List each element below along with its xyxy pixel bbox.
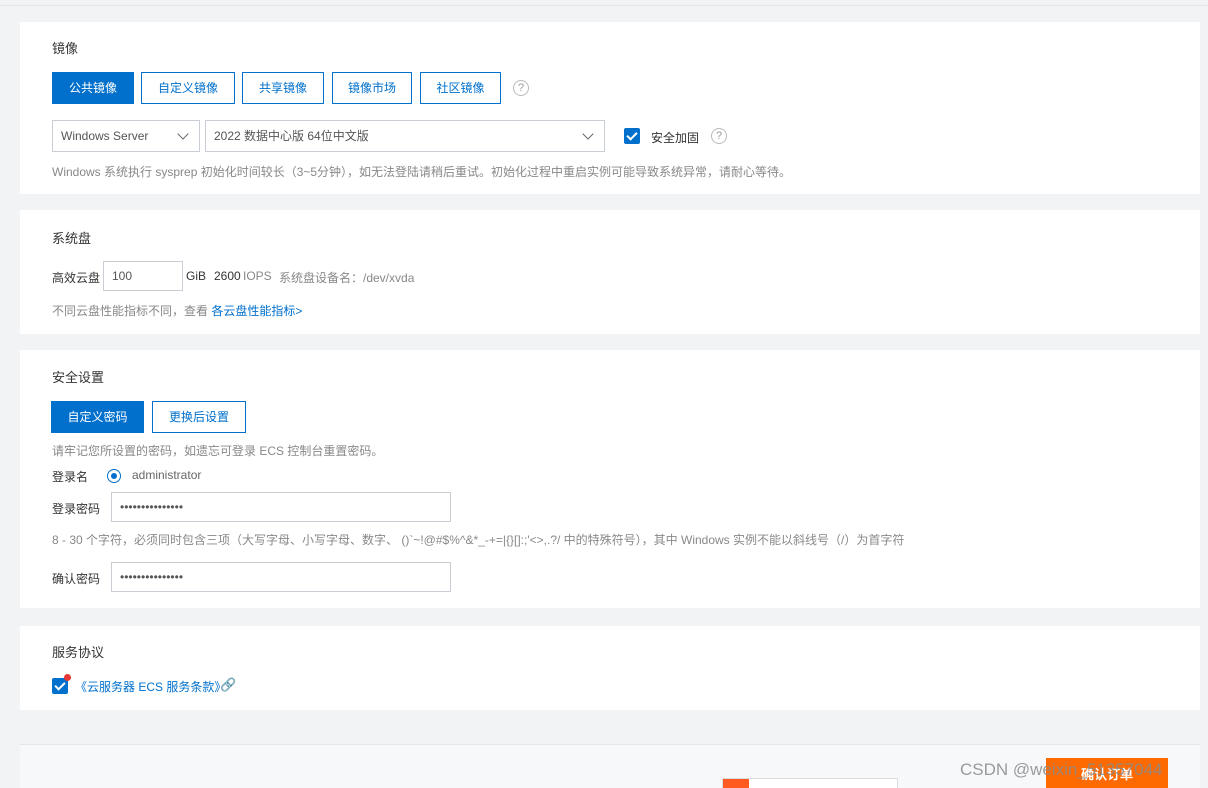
image-section-title: 镜像 xyxy=(52,41,79,56)
password-reminder: 请牢记您所设置的密码，如遗忘可登录 ECS 控制台重置密码。 xyxy=(52,444,384,458)
image-section: 镜像 公共镜像 自定义镜像 共享镜像 镜像市场 社区镜像 ? Windows S… xyxy=(20,22,1200,194)
tab-public-image[interactable]: 公共镜像 xyxy=(52,72,134,104)
security-hardening-checkbox[interactable] xyxy=(624,128,640,144)
disk-section-title: 系统盘 xyxy=(52,231,92,246)
tab-community-image[interactable]: 社区镜像 xyxy=(420,72,501,104)
tab-set-later[interactable]: 更换后设置 xyxy=(152,401,246,433)
watermark: CSDN @weixin_51357044 xyxy=(960,760,1163,779)
security-section: 安全设置 自定义密码 更换后设置 请牢记您所设置的密码，如遗忘可登录 ECS 控… xyxy=(20,350,1200,608)
disk-unit: GiB xyxy=(186,269,207,283)
help-icon[interactable]: ? xyxy=(513,80,529,96)
tab-custom-password[interactable]: 自定义密码 xyxy=(51,401,144,433)
top-divider xyxy=(0,0,1208,6)
chevron-down-icon xyxy=(177,128,189,140)
password-rule: 8 - 30 个字符，必须同时包含三项（大写字母、小写字母、数字、 ()`~!@… xyxy=(52,533,905,547)
floating-toolbar xyxy=(722,778,898,788)
login-name-value: administrator xyxy=(132,468,202,482)
os-select-value: Windows Server xyxy=(61,129,149,143)
disk-device-label: 系统盘设备名：/dev/xvda xyxy=(279,271,415,285)
disk-section: 系统盘 高效云盘 100 GiB 2600 IOPS 系统盘设备名：/dev/x… xyxy=(20,210,1200,334)
image-hint: Windows 系统执行 sysprep 初始化时间较长（3~5分钟），如无法登… xyxy=(52,165,792,179)
disk-size-input[interactable]: 100 xyxy=(103,261,183,291)
help-icon[interactable]: ? xyxy=(711,128,727,144)
tab-shared-image[interactable]: 共享镜像 xyxy=(242,72,324,104)
link-icon: 🔗 xyxy=(220,677,237,692)
tab-custom-image[interactable]: 自定义镜像 xyxy=(141,72,235,104)
agreement-section-title: 服务协议 xyxy=(52,645,105,660)
disk-iops-label: IOPS xyxy=(243,269,272,283)
chevron-down-icon xyxy=(582,128,594,140)
security-hardening-label: 安全加固 xyxy=(651,131,700,145)
notification-dot xyxy=(64,674,71,681)
password-label: 登录密码 xyxy=(52,502,101,516)
version-select[interactable]: 2022 数据中心版 64位中文版 xyxy=(205,120,605,152)
version-select-value: 2022 数据中心版 64位中文版 xyxy=(214,129,369,143)
disk-type-label: 高效云盘 xyxy=(52,271,101,285)
csdn-logo-icon xyxy=(723,779,749,788)
tab-image-market[interactable]: 镜像市场 xyxy=(332,72,412,104)
agreement-section: 服务协议 《云服务器 ECS 服务条款》 🔗 xyxy=(20,626,1200,710)
login-name-label: 登录名 xyxy=(52,470,89,484)
disk-iops-value: 2600 xyxy=(214,269,241,283)
password-input[interactable]: ••••••••••••••• xyxy=(111,492,451,522)
os-select[interactable]: Windows Server xyxy=(52,120,200,152)
security-section-title: 安全设置 xyxy=(52,370,105,385)
confirm-password-input[interactable]: ••••••••••••••• xyxy=(111,562,451,592)
disk-hint-text: 不同云盘性能指标不同，查看 xyxy=(52,304,209,318)
login-name-radio[interactable] xyxy=(107,469,121,483)
disk-performance-link[interactable]: 各云盘性能指标> xyxy=(211,304,302,318)
disk-hint: 不同云盘性能指标不同，查看 各云盘性能指标> xyxy=(52,302,302,319)
confirm-password-label: 确认密码 xyxy=(52,572,101,586)
ecs-terms-link[interactable]: 《云服务器 ECS 服务条款》 xyxy=(75,678,226,695)
